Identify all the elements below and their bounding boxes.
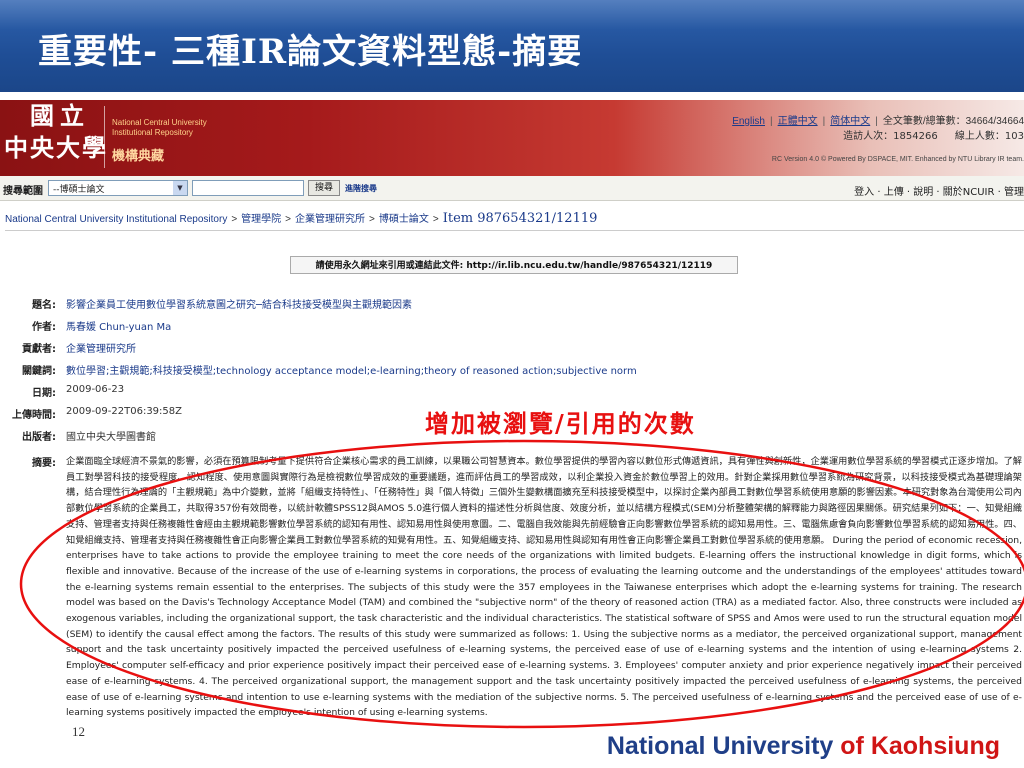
search-bar: 搜尋範圍 --博碩士論文 ▼ 搜尋 進階搜尋 登入 · 上傳 · 說明 · 關於… (0, 176, 1024, 201)
breadcrumb-repo[interactable]: National Central University Institutiona… (5, 214, 227, 225)
visitor-stats: 造訪人次：1854266 線上人數：103 (843, 127, 1024, 142)
separator: | (822, 116, 826, 127)
separator: > (432, 214, 439, 225)
ncu-logo[interactable]: 國立 中央大學 (4, 104, 108, 160)
logo-subtitle: 機構典藏 (112, 149, 165, 164)
separator: > (285, 214, 292, 225)
abstract-text: 企業面臨全球經濟不景氣的影響，必須在預算限制考量下提供符合企業核心需求的員工訓練… (66, 454, 1022, 721)
abstract-paragraph: 企業面臨全球經濟不景氣的影響，必須在預算限制考量下提供符合企業核心需求的員工訓練… (66, 456, 1022, 719)
logo-line-1: 國立 (30, 101, 90, 130)
repository-header: 國立 中央大學 National Central University Inst… (0, 100, 1024, 176)
visitor-count: 造訪人次：1854266 (843, 131, 938, 142)
footer-part-2: of Kaohsiung (840, 732, 1000, 760)
slide-title: 重要性- 三種IR論文資料型態-摘要 (38, 32, 583, 72)
logo-divider (104, 106, 105, 168)
annotation-text: 增加被瀏覽/引用的次數 (425, 409, 696, 438)
contributor-link[interactable]: 企業管理研究所 (66, 340, 136, 355)
page-number: 12 (72, 724, 85, 739)
metadata-label: 貢獻者: (22, 344, 56, 355)
lang-simplified-link[interactable]: 简体中文 (830, 116, 870, 127)
abstract-label: 摘要: (32, 458, 56, 469)
separator: > (369, 214, 375, 225)
metadata-value: 影響企業員工使用數位學習系統意圖之研究─結合科技接受模型與主觀規範因素 (66, 300, 413, 311)
metadata-label: 日期: (32, 388, 56, 399)
user-nav-links[interactable]: 登入 · 上傳 · 說明 · 關於NCUIR · 管理 (854, 183, 1024, 198)
separator: > (231, 214, 238, 225)
metadata-row-title: 題名: 影響企業員工使用數位學習系統意圖之研究─結合科技接受模型與主觀規範因素 (0, 296, 1024, 316)
fulltext-stats: 全文筆數/總筆數：34664/34664 (882, 116, 1024, 127)
breadcrumb: National Central University Institutiona… (5, 210, 597, 226)
search-scope-value: --博碩士論文 (53, 185, 105, 195)
breadcrumb-collection[interactable]: 博碩士論文 (379, 214, 429, 225)
logo-line-2: 中央大學 (4, 133, 108, 162)
search-scope-select[interactable]: --博碩士論文 ▼ (48, 180, 188, 196)
metadata-value: 國立中央大學圖書館 (66, 432, 156, 443)
lang-english-link[interactable]: English (732, 116, 765, 127)
breadcrumb-college[interactable]: 管理學院 (241, 214, 281, 225)
footer-part-1: National University (606, 732, 834, 760)
footer-brand: National University of Kaohsiung (607, 732, 1000, 761)
advanced-search-link[interactable]: 進階搜尋 (345, 183, 377, 194)
language-links: English | 正體中文 | 简体中文 | 全文筆數/總筆數：34664/34664 (732, 112, 1024, 127)
author-link[interactable]: 馬春媛 Chun-yuan Ma (66, 318, 171, 333)
logo-english-line-1: National Central University (112, 118, 207, 127)
metadata-value: 2009-09-22T06:39:58Z (66, 406, 182, 417)
metadata-row-date: 日期: 2009-06-23 (0, 384, 1024, 404)
separator: | (770, 116, 773, 127)
search-scope-label: 搜尋範圍 (3, 186, 43, 197)
metadata-label: 出版者: (22, 432, 56, 443)
search-button[interactable]: 搜尋 (308, 180, 340, 196)
divider (5, 230, 1024, 231)
breadcrumb-item: Item 987654321/12119 (442, 211, 598, 226)
online-count: 線上人數：103 (954, 131, 1024, 142)
keywords-link[interactable]: 數位學習;主觀規範;科技接受模型;technology acceptance m… (66, 362, 637, 377)
version-text: RC Version 4.0 © Powered By DSPACE, MIT.… (771, 156, 1024, 163)
metadata-label: 題名: (32, 300, 56, 311)
logo-english-line-2: Institutional Repository (112, 128, 193, 137)
metadata-value: 2009-06-23 (66, 384, 125, 395)
logo-english: National Central University Institutiona… (112, 118, 207, 138)
lang-traditional-link[interactable]: 正體中文 (778, 116, 818, 127)
metadata-label: 作者: (32, 322, 56, 333)
metadata-label: 上傳時間: (12, 410, 56, 421)
search-input[interactable] (192, 180, 304, 196)
metadata-row-contributor: 貢獻者: 企業管理研究所 (0, 340, 1024, 360)
permalink-box[interactable]: 請使用永久網址來引用或連結此文件: http://ir.lib.ncu.edu.… (290, 256, 738, 274)
metadata-row-author: 作者: 馬春媛 Chun-yuan Ma (0, 318, 1024, 338)
chevron-down-icon[interactable]: ▼ (173, 181, 187, 195)
metadata-row-keywords: 關鍵詞: 數位學習;主觀規範;科技接受模型;technology accepta… (0, 362, 1024, 382)
separator: | (875, 116, 878, 127)
metadata-label: 關鍵詞: (22, 366, 56, 377)
breadcrumb-department[interactable]: 企業管理研究所 (295, 214, 365, 225)
slide-title-bar: 重要性- 三種IR論文資料型態-摘要 (0, 0, 1024, 92)
